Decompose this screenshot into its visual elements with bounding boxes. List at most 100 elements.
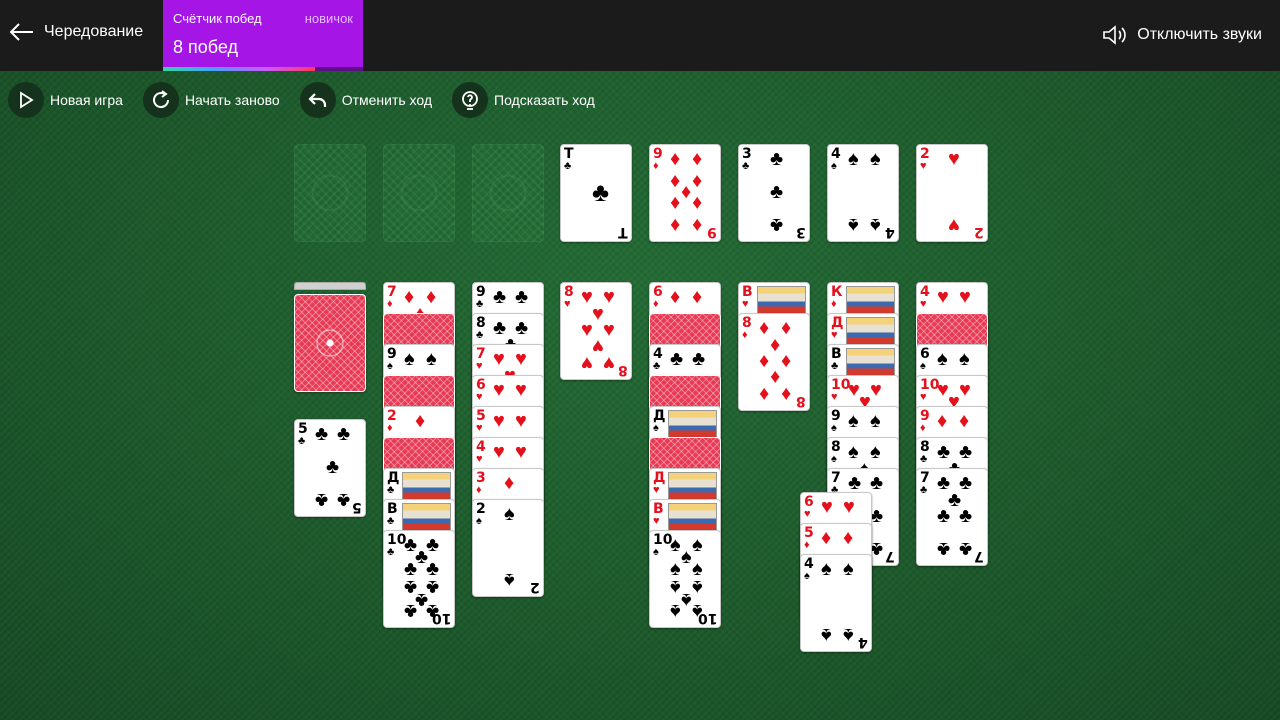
suit-pip: ♦	[843, 527, 854, 550]
undo-button[interactable]: Отменить ход	[299, 82, 433, 118]
suit-pip: ♠	[821, 623, 832, 646]
card-suit: ♦	[804, 539, 810, 551]
tableau-card[interactable]: 10 ♣ 10 ♣ ♣ ♣ ♣ ♣ ♣ ♣ ♣ ♣ ♣	[383, 530, 455, 628]
suit-pip: ♠	[937, 348, 948, 371]
tableau-card[interactable]: 2 ♠ 2 ♠ ♠	[472, 499, 544, 597]
undo-icon	[299, 82, 336, 118]
back-button[interactable]: Чередование	[8, 22, 143, 42]
dragged-card[interactable]: 4 ♠ 4 ♠ ♠ ♠ ♠	[800, 554, 872, 652]
card-suit: ♠	[653, 546, 659, 558]
card-pips: ♣ ♣ ♣ ♣ ♣ ♣ ♣ ♣ ♣ ♣	[398, 535, 448, 621]
card-suit: ♠	[804, 570, 810, 582]
card-pips: ♦ ♦ ♦ ♦ ♦ ♦ ♦ ♦	[753, 318, 803, 404]
suit-pip: ♠	[870, 410, 881, 433]
card-rank: 8	[564, 284, 574, 300]
suit-pip: ♦	[821, 527, 832, 550]
suit-pip: ♦	[770, 333, 781, 356]
suit-pip: ♦	[670, 286, 681, 309]
face-card-portrait	[846, 317, 895, 345]
speaker-icon	[1103, 25, 1127, 45]
foundation-card[interactable]: 3 ♣ 3 ♣ ♣ ♣	[738, 144, 810, 242]
card-rank: 7	[387, 284, 397, 300]
card-rank: 5	[476, 408, 486, 424]
card-rank: 5	[804, 525, 814, 541]
suit-pip: ♠	[670, 534, 681, 557]
card-rank: В	[387, 501, 398, 517]
suit-pip: ♦	[504, 472, 515, 495]
foundation-card[interactable]: 2 ♥ 2 ♥ ♥	[916, 144, 988, 242]
play-icon	[8, 82, 44, 118]
suit-pip: ♥	[515, 410, 527, 433]
card-pips: ♠ ♠ ♠ ♠ ♠ ♠ ♠ ♠ ♠ ♠	[664, 535, 714, 621]
mute-sound-label: Отключить звуки	[1137, 26, 1262, 43]
waste-card[interactable]: 5 ♣ 5 ♣ ♣ ♣ ♣ ♣	[294, 419, 366, 517]
empty-slot[interactable]	[383, 144, 455, 242]
suit-pip: ♦	[937, 410, 948, 433]
suit-pip: ♥	[515, 348, 527, 371]
win-count: 8 побед	[173, 37, 238, 57]
face-card-portrait	[402, 472, 451, 500]
tableau-card[interactable]: 8 ♥ 8 ♥ ♥ ♥ ♥ ♥ ♥ ♥ ♥	[560, 282, 632, 380]
card-rank: К	[831, 284, 843, 300]
suit-pip: ♥	[515, 379, 527, 402]
new-game-button[interactable]: Новая игра	[8, 82, 123, 118]
face-card-portrait	[668, 472, 717, 500]
toolbar: Новая игра Начать заново Отменить ход По…	[8, 82, 615, 118]
card-suit: ♣	[920, 453, 928, 465]
suit-pip: ♠	[426, 348, 437, 371]
suit-pip: ♥	[493, 379, 505, 402]
card-rank: 6	[804, 494, 814, 510]
card-rank: В	[742, 284, 753, 300]
win-level-badge: новичок	[304, 11, 353, 26]
hint-button[interactable]: Подсказать ход	[452, 82, 595, 118]
tableau-card[interactable]: 7♣7♣♣♣♣♣♣♣	[916, 468, 988, 566]
card-suit: ♣	[564, 160, 572, 172]
suit-pip: ♠	[870, 148, 881, 171]
suit-pip: ♠	[681, 545, 692, 568]
suit-pip: ♦	[404, 286, 415, 309]
foundation-card[interactable]: Т ♣ Т ♣	[560, 144, 632, 242]
suit-pip: ♥	[603, 319, 615, 341]
face-card-portrait	[846, 286, 895, 314]
suit-pip: ♠	[843, 558, 854, 581]
card-pips: ♣ ♣ ♣ ♣ ♣	[309, 424, 359, 510]
card-pips: ♥ ♥ ♥ ♥ ♥ ♥ ♥ ♥	[575, 287, 625, 373]
stock-pile[interactable]	[294, 294, 366, 392]
suit-pip: ♦	[681, 181, 692, 203]
card-pips: ♠ ♠ ♠ ♠	[842, 149, 892, 235]
card-suit: ♣	[476, 298, 484, 310]
win-progress-track	[163, 67, 363, 71]
card-rank: 5	[298, 421, 308, 437]
empty-slot[interactable]	[472, 144, 544, 242]
restart-icon	[142, 82, 179, 118]
card-suit: ♦	[653, 160, 659, 172]
stock-pile-edge	[294, 282, 366, 290]
suit-pip: ♠	[848, 441, 859, 464]
foundation-card[interactable]: 9 ♦ 9 ♦ ♦ ♦ ♦ ♦ ♦ ♦ ♦ ♦	[649, 144, 721, 242]
face-card-portrait	[668, 503, 717, 531]
mute-sound-button[interactable]: Отключить звуки	[1102, 24, 1262, 46]
suit-pip: ♦	[670, 148, 681, 171]
face-card-portrait	[402, 503, 451, 531]
suit-pip: ♦	[692, 213, 703, 236]
suit-pip: ♥	[870, 379, 882, 402]
empty-slot[interactable]	[294, 144, 366, 242]
undo-label: Отменить ход	[341, 92, 433, 108]
card-suit: ♣	[742, 160, 750, 172]
card-suit: ♥	[831, 391, 838, 403]
suit-pip: ♣	[404, 599, 418, 622]
foundation-card[interactable]: 4 ♠ 4 ♠ ♠ ♠ ♠	[827, 144, 899, 242]
card-suit: ♣	[298, 435, 306, 447]
suit-pip: ♦	[426, 286, 437, 309]
card-suit: ♥	[920, 391, 927, 403]
card-rank: Д	[387, 470, 400, 486]
card-suit: ♥	[831, 329, 838, 341]
tableau-card[interactable]: 10 ♠ 10 ♠ ♠ ♠ ♠ ♠ ♠ ♠ ♠ ♠ ♠	[649, 530, 721, 628]
suit-pip: ♣	[337, 423, 351, 446]
suit-pip: ♦	[759, 317, 770, 340]
restart-button[interactable]: Начать заново	[142, 82, 280, 118]
tableau-card[interactable]: 8 ♦ 8 ♦ ♦ ♦ ♦ ♦ ♦ ♦ ♦	[738, 313, 810, 411]
card-suit: ♣	[387, 484, 395, 496]
card-suit: ♥	[476, 391, 483, 403]
card-rank: 2	[920, 146, 930, 162]
